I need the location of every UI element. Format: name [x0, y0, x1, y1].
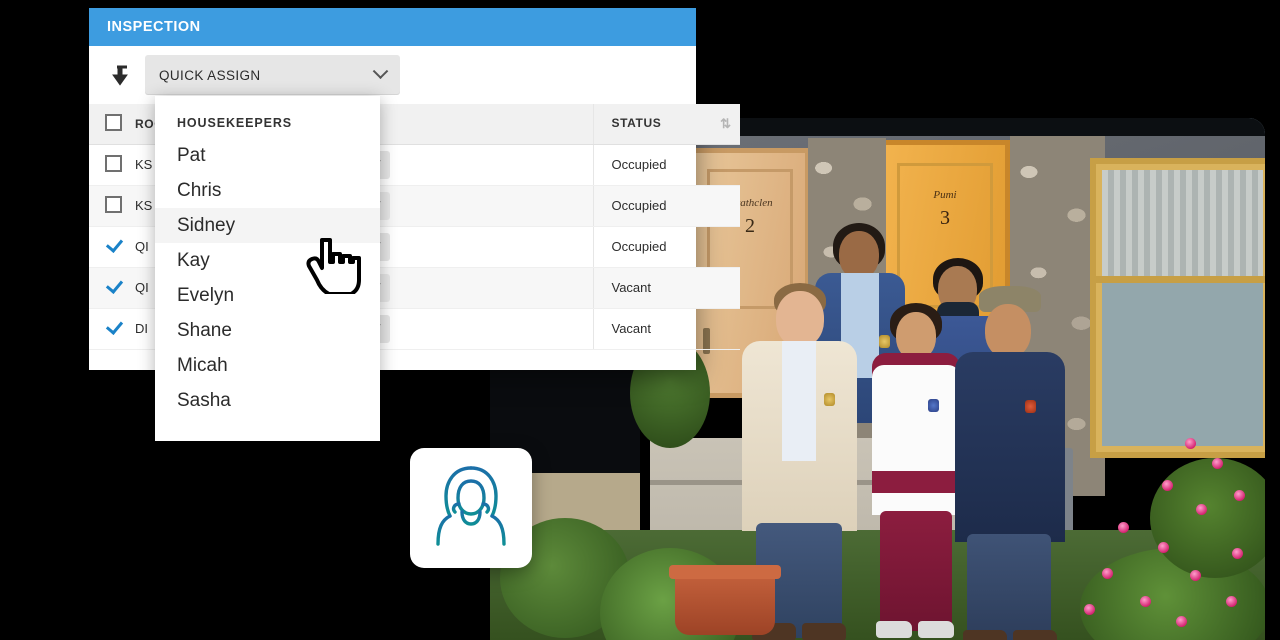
sort-updown-icon[interactable]: ⇅ — [720, 116, 731, 132]
row-checkbox[interactable] — [105, 195, 122, 213]
status-cell: Vacant — [592, 267, 740, 309]
quick-assign-select[interactable]: QUICK ASSIGN — [145, 55, 400, 95]
column-header-housekeeper — [441, 104, 593, 145]
row-select-cell[interactable] — [89, 185, 135, 227]
row-select-cell[interactable] — [89, 226, 135, 268]
column-header-status-label: STATUS — [611, 115, 662, 130]
dropdown-item-micah[interactable]: Micah — [155, 348, 380, 383]
row-checkbox[interactable] — [105, 154, 122, 172]
row-checkbox-checked[interactable] — [105, 319, 122, 336]
housekeeper-cell[interactable] — [441, 185, 593, 227]
housekeeper-avatar-icon — [428, 462, 514, 555]
quick-assign-label: QUICK ASSIGN — [159, 67, 261, 83]
row-select-cell[interactable] — [89, 144, 135, 186]
row-select-cell[interactable] — [89, 267, 135, 309]
housekeeper-cell[interactable] — [441, 226, 593, 268]
row-checkbox-checked[interactable] — [105, 237, 122, 254]
status-cell: Occupied — [592, 185, 740, 227]
door-right-name: Pumi — [933, 189, 957, 201]
window-mullion — [1096, 276, 1265, 283]
housekeeper-cell[interactable] — [441, 308, 593, 350]
photo-person-front-right — [955, 286, 1065, 640]
photo-person-front-center — [868, 303, 963, 638]
status-cell: Occupied — [592, 144, 740, 186]
housekeeper-cell[interactable] — [441, 144, 593, 186]
page-title: INSPECTION — [107, 19, 201, 35]
status-cell: Occupied — [592, 226, 740, 268]
housekeeper-cell[interactable] — [441, 267, 593, 309]
window-curtain — [1102, 170, 1263, 280]
column-header-status[interactable]: STATUS ⇅ — [592, 104, 740, 145]
dropdown-item-chris[interactable]: Chris — [155, 173, 380, 208]
row-checkbox-checked[interactable] — [105, 278, 122, 295]
housekeeper-avatar-card — [410, 448, 532, 568]
photo-flower-pot — [669, 565, 781, 635]
window-glass — [1102, 170, 1263, 446]
chevron-down-icon — [372, 62, 389, 79]
select-all-header[interactable] — [89, 104, 135, 145]
return-arrow-icon — [107, 62, 133, 88]
select-all-checkbox[interactable] — [105, 113, 122, 131]
dropdown-item-sasha[interactable]: Sasha — [155, 383, 380, 418]
photo-window — [1090, 158, 1265, 458]
pointing-hand-cursor — [300, 232, 370, 296]
status-cell: Vacant — [592, 308, 740, 350]
row-select-cell[interactable] — [89, 308, 135, 350]
dropdown-item-pat[interactable]: Pat — [155, 138, 380, 173]
dropdown-item-shane[interactable]: Shane — [155, 313, 380, 348]
dropdown-title: HOUSEKEEPERS — [177, 116, 292, 130]
screenshot-root: Strathclen 2 Pumi 3 INSPECTION QUICK ASS… — [0, 0, 1280, 640]
panel-header: INSPECTION — [89, 8, 696, 46]
